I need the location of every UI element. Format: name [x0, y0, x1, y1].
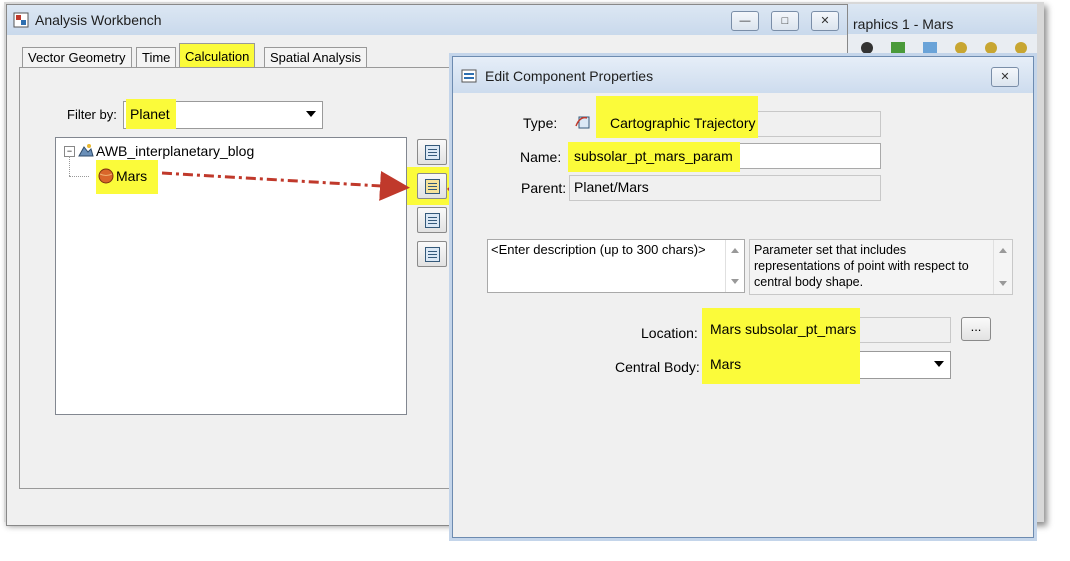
dialog-close-button[interactable]: ✕ — [991, 67, 1019, 87]
central-body-label: Central Body: — [615, 359, 700, 375]
type-value: Cartographic Trajectory — [610, 115, 756, 131]
scroll-down-icon — [999, 281, 1007, 286]
central-body-dropdown[interactable]: Mars — [702, 350, 951, 384]
dialog-titlebar: Edit Component Properties ✕ — [453, 57, 1033, 93]
edit-component-dialog: Edit Component Properties ✕ Type: Cartog… — [452, 56, 1034, 538]
annotation-arrow — [161, 170, 410, 201]
central-body-value: Mars — [710, 356, 742, 372]
description-placeholder: <Enter description (up to 300 chars)> — [491, 242, 706, 257]
name-field[interactable]: subsolar_pt_mars_param — [568, 142, 881, 172]
location-value: Mars subsolar_pt_mars — [710, 321, 857, 337]
dialog-title: Edit Component Properties — [485, 68, 654, 84]
chevron-down-icon — [934, 361, 944, 367]
parent-value: Planet/Mars — [574, 179, 649, 195]
type-field: Cartographic Trajectory — [596, 96, 881, 138]
location-label: Location: — [641, 325, 698, 341]
browse-location-button[interactable]: ... — [961, 317, 991, 341]
description-scrollbar[interactable] — [725, 240, 744, 292]
type-label: Type: — [523, 115, 558, 131]
parent-label: Parent: — [521, 180, 567, 196]
scroll-up-icon — [999, 248, 1007, 253]
info-box: Parameter set that includes representati… — [749, 239, 1013, 295]
description-textarea[interactable]: <Enter description (up to 300 chars)> — [487, 239, 745, 293]
close-icon: ✕ — [1000, 71, 1010, 83]
cartographic-trajectory-icon — [575, 116, 590, 129]
name-label: Name: — [520, 149, 562, 165]
location-field: Mars subsolar_pt_mars — [702, 308, 951, 350]
name-value[interactable]: subsolar_pt_mars_param — [574, 148, 733, 164]
scroll-down-icon — [731, 279, 739, 284]
dialog-app-icon — [461, 69, 477, 83]
info-scrollbar[interactable] — [993, 240, 1012, 294]
info-text: Parameter set that includes representati… — [754, 243, 969, 289]
parent-field: Planet/Mars — [569, 175, 881, 201]
scroll-up-icon — [731, 248, 739, 253]
